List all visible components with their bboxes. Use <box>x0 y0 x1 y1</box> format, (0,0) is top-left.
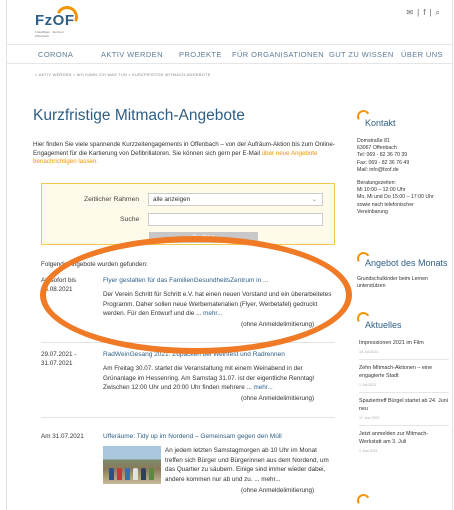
section-arc-icon <box>355 492 372 509</box>
result-date: Am 31.07.2021 <box>41 433 84 440</box>
result-item: Am 31.07.2021 Ufferäume: Tidy up im Nord… <box>41 433 341 503</box>
intro-text: Hier finden Sie viele spannende Kurzzeit… <box>33 141 335 165</box>
result-photo[interactable] <box>103 446 161 484</box>
search-label: Suche <box>120 216 140 223</box>
chevron-down-icon: ⌄ <box>311 197 317 203</box>
sidebar-news: Aktuelles Impressionen 2021 im Film 15 J… <box>355 310 451 510</box>
fzof-logo[interactable]: FzOF Freiwilligen · Zentrum · Offenbach <box>33 2 82 38</box>
registration-limit: (ohne Anmeldelimitierung) <box>241 487 315 494</box>
sidebar-offer: Angebot des Monats Grundschulkinder beim… <box>355 250 451 302</box>
news-item[interactable]: Spaziertreff Bürgel startet ab 24. Juni … <box>359 398 449 413</box>
nav-item-corona[interactable]: CORONA <box>38 50 73 59</box>
email-link[interactable]: Mail: info@fzof.de <box>357 167 449 174</box>
nav-item-projekte[interactable]: PROJEKTE <box>179 50 222 59</box>
results-heading: Folgende Angebote wurden gefunden: <box>41 261 148 268</box>
offer-heading[interactable]: Angebot des Monats <box>365 258 448 268</box>
news-item[interactable]: Zehn Mitmach-Aktionen – eine engagierte … <box>359 365 449 380</box>
result-title[interactable]: RadWeinGesang 2021: Zupacken bei Weinfes… <box>103 351 343 358</box>
offer-text[interactable]: Grundschulkinder beim Lernen unterstütze… <box>357 276 449 290</box>
main-nav: CORONA AKTIV WERDEN PROJEKTE FÜR ORGANIS… <box>7 44 452 64</box>
result-date: Ab sofort bis 08.08.2021 <box>41 277 76 293</box>
news-date: 17 Juni 2021 <box>359 416 380 420</box>
nav-item-fuer-organisationen[interactable]: FÜR ORGANISATIONEN <box>232 50 324 59</box>
search-input[interactable] <box>148 213 323 226</box>
time-range-label: Zeitlicher Rahmen <box>84 196 140 203</box>
header-icons: ✉ | f | ⌕ <box>406 8 440 18</box>
divider <box>41 342 335 343</box>
result-date: 29.07.2021 - 31.07.2021 <box>41 351 77 367</box>
divider <box>41 417 335 418</box>
contact-address: Domstraße 81 63067 Offenbach Tel: 069 - … <box>357 138 449 174</box>
news-date: 1 Juli 2021 <box>359 383 377 387</box>
news-heading: Aktuelles <box>365 320 402 330</box>
breadcrumb: ⌂ AKTIV WERDEN > WO KANN ICH WAS TUN > K… <box>35 72 211 77</box>
news-item[interactable]: Jetzt anmelden zur Mitmach-Werkstatt am … <box>359 431 449 446</box>
result-title[interactable]: Ufferäume: Tidy up im Nordend – Gemeinsa… <box>103 433 343 440</box>
nav-item-ueber-uns[interactable]: ÜBER UNS <box>401 50 443 59</box>
search-form: Zeitlicher Rahmen alle anzeigen ⌄ Suche … <box>41 183 335 245</box>
search-icon[interactable]: ⌕ <box>436 8 440 18</box>
news-date: 1 Juni 2021 <box>359 449 378 453</box>
contact-heading: Kontakt <box>365 118 396 128</box>
time-range-select[interactable]: alle anzeigen ⌄ <box>148 193 323 206</box>
result-text: Der Verein Schritt für Schritt e.V. hat … <box>103 291 332 317</box>
divider <box>359 359 449 360</box>
registration-limit: (ohne Anmeldelimitierung) <box>241 321 315 328</box>
facebook-icon[interactable]: f <box>423 8 425 18</box>
sidebar-contact: Kontakt Domstraße 81 63067 Offenbach Tel… <box>355 108 451 270</box>
separator: | <box>417 8 420 17</box>
result-text: An jedem letzten Samstagmorgen ab 10 Uhr… <box>165 447 329 483</box>
more-link[interactable]: mehr... <box>261 476 280 483</box>
nav-item-gut-zu-wissen[interactable]: GUT ZU WISSEN <box>329 50 394 59</box>
news-item[interactable]: Impressionen 2021 im Film <box>359 340 449 348</box>
separator: | <box>429 8 432 17</box>
result-text: Am Freitag 30.07. startet die Veranstalt… <box>103 365 315 391</box>
news-date: 15 Juli 2021 <box>359 350 379 354</box>
more-link[interactable]: mehr... <box>254 384 273 391</box>
result-title[interactable]: Flyer gestalten für das FamilienGesundhe… <box>103 277 343 284</box>
nav-item-aktiv-werden[interactable]: AKTIV WERDEN <box>101 50 163 59</box>
result-item: 29.07.2021 - 31.07.2021 RadWeinGesang 20… <box>41 351 341 411</box>
mail-icon[interactable]: ✉ <box>406 8 413 18</box>
divider <box>359 425 449 426</box>
divider <box>359 392 449 393</box>
home-icon[interactable]: ⌂ <box>35 72 38 77</box>
page-frame: FzOF Freiwilligen · Zentrum · Offenbach … <box>6 0 453 510</box>
result-item: Ab sofort bis 08.08.2021 Flyer gestalten… <box>41 277 341 337</box>
registration-limit: (ohne Anmeldelimitierung) <box>241 395 315 402</box>
more-link[interactable]: mehr... <box>203 310 222 317</box>
contact-hours: Beratungszeiten: Mi 10:00 – 12:00 Uhr Mo… <box>357 180 434 215</box>
page-title: Kurzfristige Mitmach-Angebote <box>33 107 245 124</box>
search-button[interactable]: Suchen <box>149 232 258 243</box>
